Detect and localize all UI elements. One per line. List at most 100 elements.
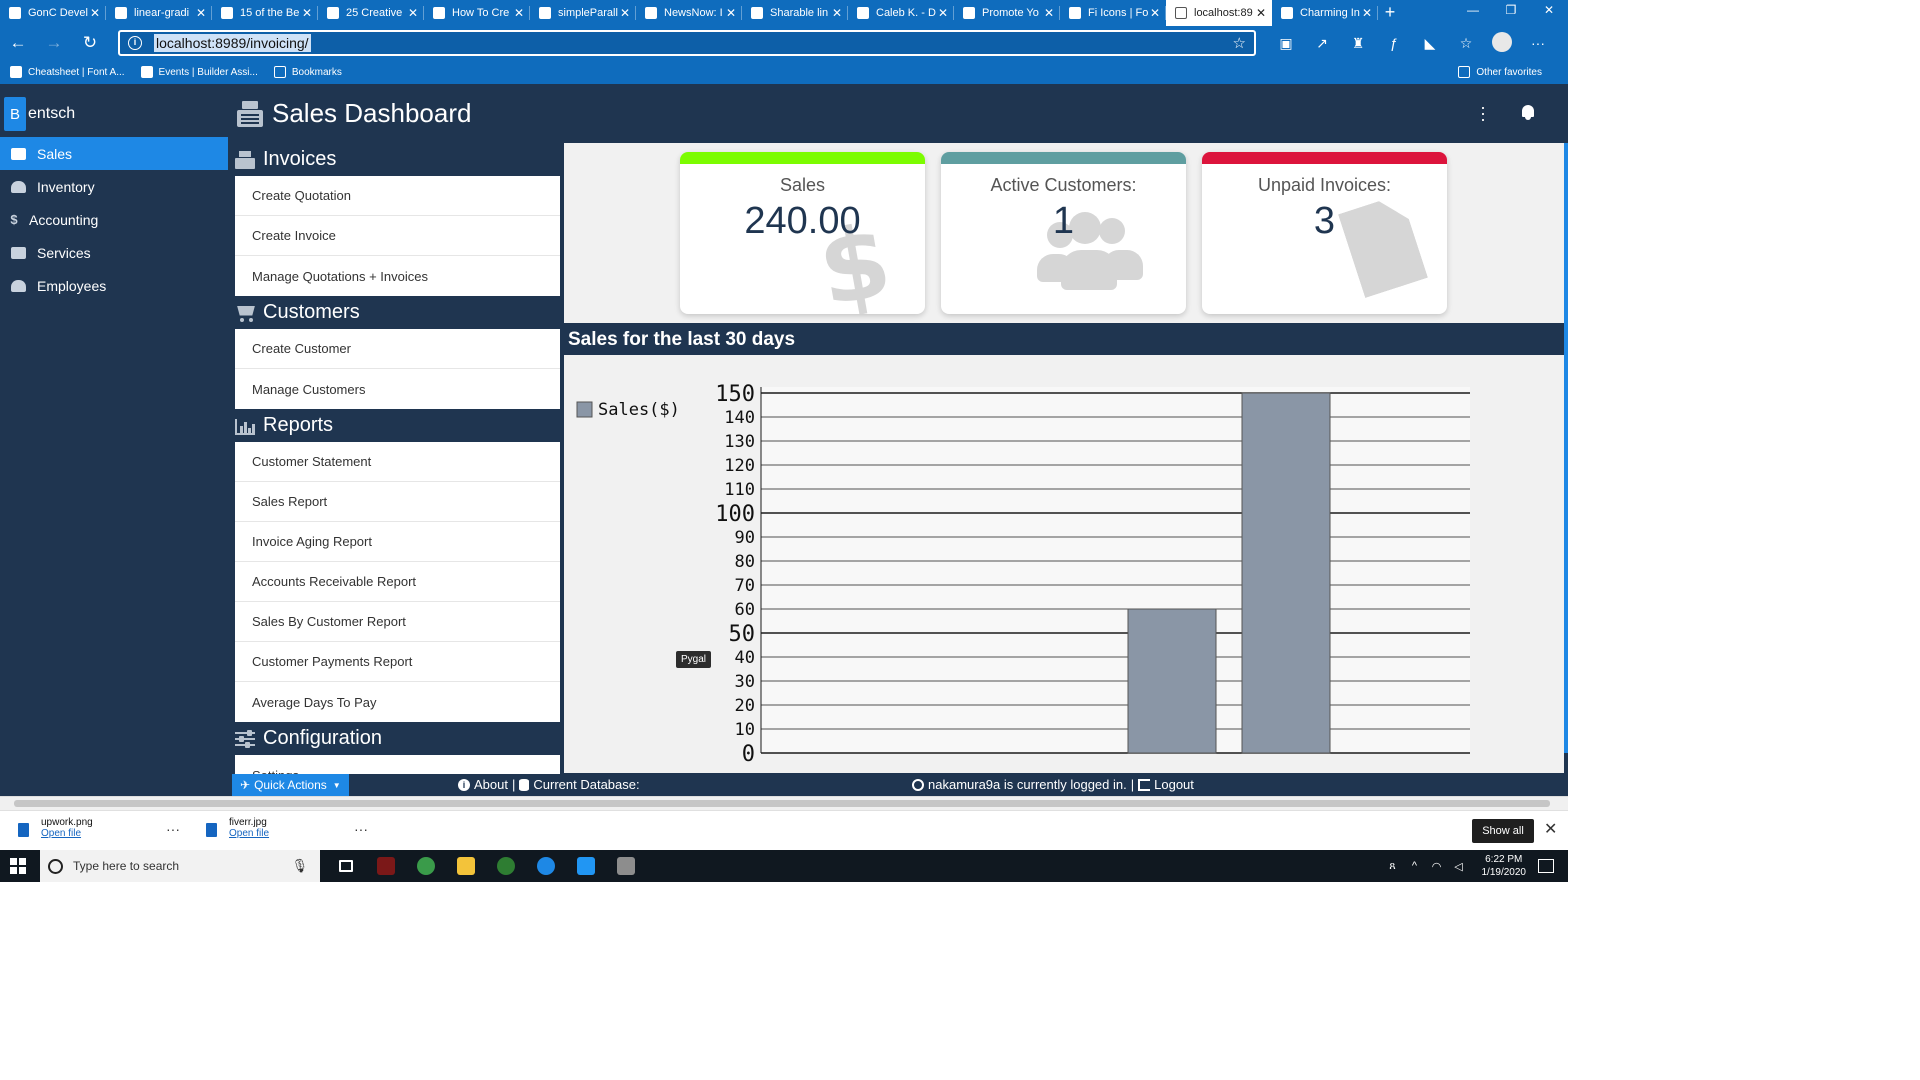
- close-icon[interactable]: ✕: [1544, 819, 1557, 839]
- horizontal-scrollbar[interactable]: [0, 796, 1568, 810]
- vscode-icon[interactable]: [566, 850, 606, 882]
- sidebar-item-inventory[interactable]: Inventory: [0, 170, 228, 203]
- app-icon[interactable]: [486, 850, 526, 882]
- microphone-icon[interactable]: 🎙: [291, 858, 308, 874]
- menu-item-invoice-aging-report[interactable]: Invoice Aging Report: [235, 522, 560, 562]
- sidebar-item-services[interactable]: Services: [0, 236, 228, 269]
- quick-actions-button[interactable]: ✈ Quick Actions ▼: [232, 774, 349, 796]
- menu-item-customer-payments-report[interactable]: Customer Payments Report: [235, 642, 560, 682]
- close-tab-icon[interactable]: ✕: [194, 6, 208, 20]
- profile-avatar[interactable]: [1484, 31, 1520, 55]
- restore-button[interactable]: ❐: [1492, 0, 1530, 22]
- new-tab-button[interactable]: +: [1378, 0, 1402, 26]
- url-field[interactable]: i localhost:8989/invoicing/ ☆: [118, 30, 1256, 56]
- taskbar-search[interactable]: Type here to search 🎙: [40, 850, 320, 882]
- browser-tab[interactable]: simpleParall ✕: [530, 0, 636, 26]
- close-tab-icon[interactable]: ✕: [724, 6, 738, 20]
- close-tab-icon[interactable]: ✕: [936, 6, 950, 20]
- more-options-icon[interactable]: ···: [166, 821, 180, 837]
- open-file-link[interactable]: Open file: [41, 828, 93, 839]
- volume-icon[interactable]: ◁: [1448, 860, 1470, 873]
- sidebar-item-sales[interactable]: Sales: [0, 137, 228, 170]
- favorite-star-icon[interactable]: ☆: [1233, 34, 1246, 52]
- brand-logo[interactable]: B entsch: [4, 97, 75, 131]
- more-options-icon[interactable]: ···: [1520, 35, 1556, 51]
- menu-item-create-customer[interactable]: Create Customer: [235, 329, 560, 369]
- edge-icon[interactable]: [526, 850, 566, 882]
- close-tab-icon[interactable]: ✕: [1254, 6, 1268, 20]
- close-tab-icon[interactable]: ✕: [1360, 6, 1374, 20]
- kebab-menu-icon[interactable]: · · ·: [1476, 98, 1490, 128]
- menu-item-manage-quotations-invoices[interactable]: Manage Quotations + Invoices: [235, 256, 560, 296]
- close-tab-icon[interactable]: ✕: [300, 6, 314, 20]
- clock[interactable]: 6:22 PM 1/19/2020: [1482, 853, 1527, 879]
- browser-tab[interactable]: GonC Devel ✕: [0, 0, 106, 26]
- url-text[interactable]: localhost:8989/invoicing/: [154, 34, 311, 52]
- about-link[interactable]: About: [474, 777, 508, 792]
- app-icon[interactable]: [406, 850, 446, 882]
- bell-icon[interactable]: [1520, 105, 1536, 121]
- sidebar-item-accounting[interactable]: $ Accounting: [0, 203, 228, 236]
- extension-icon[interactable]: ♜: [1340, 35, 1376, 52]
- browser-tab[interactable]: Caleb K. - D ✕: [848, 0, 954, 26]
- browser-tab[interactable]: NewsNow: I ✕: [636, 0, 742, 26]
- other-favorites[interactable]: Other favorites: [1458, 66, 1542, 78]
- extension-icon[interactable]: ↗: [1304, 35, 1340, 52]
- browser-tab[interactable]: localhost:89 ✕: [1166, 0, 1272, 26]
- close-tab-icon[interactable]: ✕: [406, 6, 420, 20]
- refresh-button[interactable]: ↻: [72, 33, 108, 53]
- favorite-item[interactable]: Events | Builder Assi...: [140, 66, 258, 78]
- more-options-icon[interactable]: ···: [354, 821, 368, 837]
- menu-item-manage-customers[interactable]: Manage Customers: [235, 369, 560, 409]
- browser-tab[interactable]: Sharable lin ✕: [742, 0, 848, 26]
- chevron-up-icon[interactable]: ^: [1404, 860, 1426, 872]
- menu-item-customer-statement[interactable]: Customer Statement: [235, 442, 560, 482]
- download-item[interactable]: fiverr.jpg Open file ···: [206, 817, 368, 839]
- extension-icon[interactable]: ▣: [1268, 35, 1304, 52]
- menu-item-sales-report[interactable]: Sales Report: [235, 482, 560, 522]
- menu-item-average-days-to-pay[interactable]: Average Days To Pay: [235, 682, 560, 722]
- browser-tab[interactable]: Charming In ✕: [1272, 0, 1378, 26]
- close-tab-icon[interactable]: ✕: [512, 6, 526, 20]
- menu-item-accounts-receivable-report[interactable]: Accounts Receivable Report: [235, 562, 560, 602]
- extension-icon[interactable]: ◣: [1412, 35, 1448, 52]
- vertical-scrollbar[interactable]: [1564, 143, 1568, 753]
- close-tab-icon[interactable]: ✕: [618, 6, 632, 20]
- open-file-link[interactable]: Open file: [229, 828, 269, 839]
- close-tab-icon[interactable]: ✕: [830, 6, 844, 20]
- network-icon[interactable]: ◠: [1426, 860, 1448, 873]
- scroll-thumb[interactable]: [14, 800, 1550, 807]
- close-window-button[interactable]: ✕: [1530, 0, 1568, 22]
- people-icon[interactable]: ጸ: [1382, 860, 1404, 873]
- browser-tab[interactable]: 15 of the Be ✕: [212, 0, 318, 26]
- menu-item-create-quotation[interactable]: Create Quotation: [235, 176, 560, 216]
- info-icon[interactable]: i: [128, 36, 142, 50]
- browser-tab[interactable]: Fi Icons | Fo ✕: [1060, 0, 1166, 26]
- close-tab-icon[interactable]: ✕: [1148, 6, 1162, 20]
- browser-tab[interactable]: Promote Yo ✕: [954, 0, 1060, 26]
- browser-tab[interactable]: How To Cre ✕: [424, 0, 530, 26]
- close-tab-icon[interactable]: ✕: [88, 6, 102, 20]
- browser-tab[interactable]: linear-gradi ✕: [106, 0, 212, 26]
- back-button[interactable]: ←: [0, 33, 36, 53]
- windows-start-icon[interactable]: [10, 858, 26, 874]
- forward-button[interactable]: →: [36, 33, 72, 53]
- logout-link[interactable]: Logout: [1154, 777, 1194, 792]
- notification-icon[interactable]: [1538, 859, 1554, 873]
- menu-item-create-invoice[interactable]: Create Invoice: [235, 216, 560, 256]
- favorite-item[interactable]: Cheatsheet | Font A...: [10, 66, 125, 78]
- file-explorer-icon[interactable]: [446, 850, 486, 882]
- gimp-icon[interactable]: [606, 850, 646, 882]
- favorites-icon[interactable]: ☆: [1448, 35, 1484, 52]
- favorite-item[interactable]: Bookmarks: [273, 66, 342, 78]
- task-view-icon[interactable]: [326, 850, 366, 882]
- menu-item-sales-by-customer-report[interactable]: Sales By Customer Report: [235, 602, 560, 642]
- minimize-button[interactable]: —: [1454, 0, 1492, 22]
- sidebar-item-employees[interactable]: Employees: [0, 269, 228, 302]
- download-item[interactable]: upwork.png Open file ···: [18, 817, 180, 839]
- browser-tab[interactable]: 25 Creative ✕: [318, 0, 424, 26]
- function-icon[interactable]: ƒ: [1376, 35, 1412, 51]
- show-all-button[interactable]: Show all: [1472, 819, 1534, 843]
- app-icon[interactable]: [366, 850, 406, 882]
- close-tab-icon[interactable]: ✕: [1042, 6, 1056, 20]
